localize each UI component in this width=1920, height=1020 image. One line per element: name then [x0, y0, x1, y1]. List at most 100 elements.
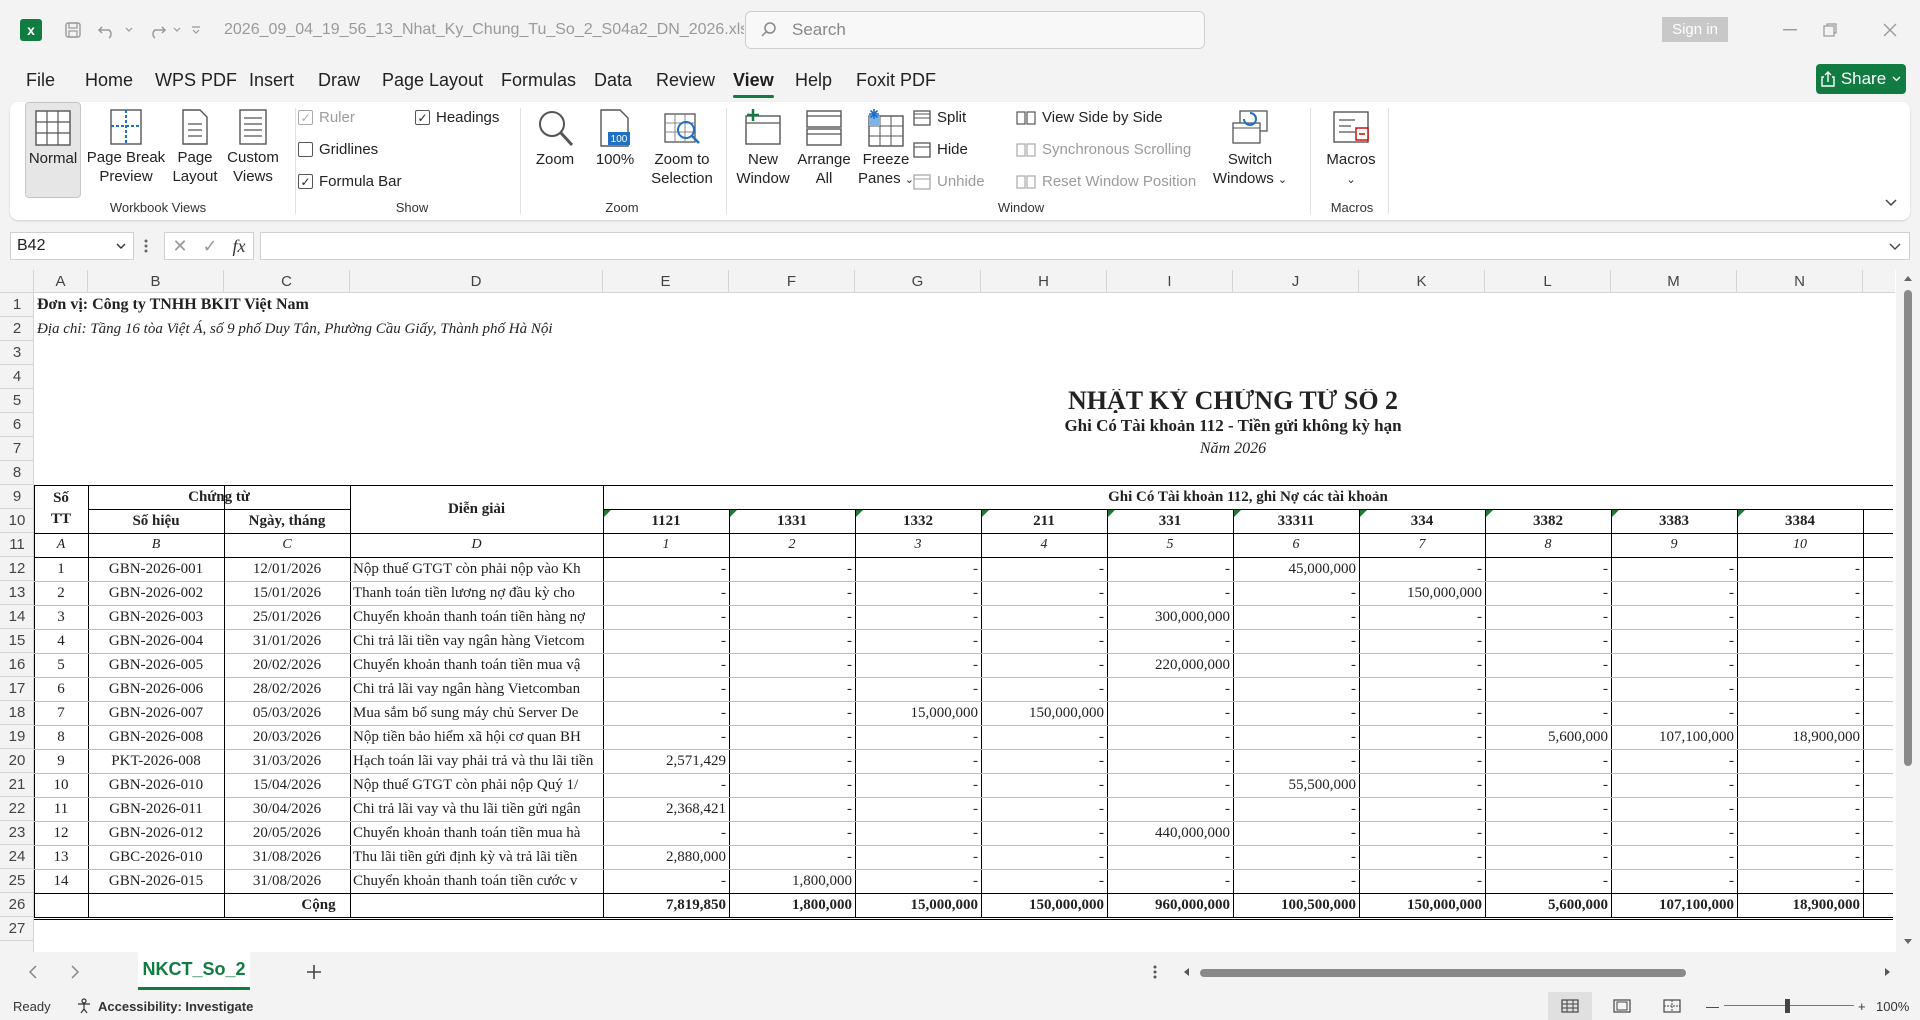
view-side-by-side-button[interactable]: View Side by Side — [1016, 109, 1163, 126]
row-header-25[interactable]: 25 — [0, 869, 34, 893]
tab-foxit-pdf[interactable]: Foxit PDF — [856, 60, 936, 100]
column-header-j[interactable]: J — [1233, 270, 1359, 293]
zoom-100-button[interactable]: 100 100% — [590, 108, 640, 169]
sheet-tab-nkct-so-2[interactable]: NKCT_So_2 — [138, 952, 250, 990]
page-break-status-button[interactable] — [1650, 992, 1694, 1020]
name-box[interactable]: B42 — [10, 232, 134, 260]
redo-dropdown-icon[interactable] — [170, 0, 184, 60]
vertical-scrollbar[interactable] — [1896, 270, 1920, 952]
zoom-out-icon[interactable]: — — [1706, 992, 1719, 1020]
row-header-4[interactable]: 4 — [0, 365, 34, 389]
column-header-i[interactable]: I — [1107, 270, 1233, 293]
row-header-5[interactable]: 5 — [0, 389, 34, 413]
page-layout-button[interactable]: Page Layout — [168, 108, 222, 186]
column-header-k[interactable]: K — [1359, 270, 1485, 293]
zoom-to-selection-button[interactable]: Zoom to Selection — [642, 108, 722, 188]
row-header-24[interactable]: 24 — [0, 845, 34, 869]
search-input[interactable]: Search — [745, 11, 1205, 49]
column-header-a[interactable]: A — [34, 270, 88, 293]
chevron-down-icon[interactable] — [115, 238, 127, 254]
close-icon[interactable] — [1860, 0, 1920, 60]
tab-data[interactable]: Data — [594, 60, 632, 100]
page-layout-status-button[interactable] — [1600, 992, 1644, 1020]
vertical-scroll-thumb[interactable] — [1904, 290, 1912, 766]
gridlines-checkbox[interactable]: Gridlines — [298, 141, 378, 158]
row-header-18[interactable]: 18 — [0, 701, 34, 725]
custom-views-button[interactable]: Custom Views — [224, 108, 282, 186]
switch-windows-button[interactable]: Switch Windows ⌄ — [1208, 108, 1292, 190]
horizontal-scroll-thumb[interactable] — [1200, 969, 1686, 977]
expand-formula-bar-icon[interactable] — [1888, 242, 1902, 252]
headings-checkbox[interactable]: ✓ Headings — [415, 109, 499, 126]
tab-insert[interactable]: Insert — [249, 60, 294, 100]
scroll-up-icon[interactable] — [1903, 274, 1913, 282]
row-header-23[interactable]: 23 — [0, 821, 34, 845]
cancel-icon[interactable]: ✕ — [172, 236, 187, 257]
sign-in-button[interactable]: Sign in — [1662, 17, 1728, 42]
share-button[interactable]: Share — [1816, 64, 1906, 94]
cells-area[interactable]: Đơn vị: Công ty TNHH BKIT Việt Nam Địa ch… — [34, 293, 1895, 952]
reset-window-position-button[interactable]: Reset Window Position — [1016, 173, 1196, 190]
row-header-8[interactable]: 8 — [0, 461, 34, 485]
formula-input[interactable] — [260, 232, 1910, 260]
formula-bar-checkbox[interactable]: ✓ Formula Bar — [298, 173, 402, 190]
zoom-button[interactable]: Zoom — [532, 108, 578, 169]
insert-function-icon[interactable]: fx — [233, 236, 246, 257]
tab-help[interactable]: Help — [795, 60, 832, 100]
horizontal-scrollbar[interactable] — [1178, 964, 1898, 980]
enter-icon[interactable]: ✓ — [203, 236, 218, 257]
row-header-22[interactable]: 22 — [0, 797, 34, 821]
hide-button[interactable]: Hide — [913, 141, 968, 158]
row-header-15[interactable]: 15 — [0, 629, 34, 653]
page-break-preview-button[interactable]: Page Break Preview — [86, 108, 166, 186]
next-sheet-icon[interactable] — [70, 965, 80, 979]
zoom-level[interactable]: 100% — [1876, 992, 1909, 1020]
column-header-g[interactable]: G — [855, 270, 981, 293]
row-header-27[interactable]: 27 — [0, 917, 34, 941]
zoom-in-icon[interactable]: + — [1858, 992, 1866, 1020]
add-sheet-icon[interactable] — [306, 964, 322, 980]
tab-view[interactable]: View — [733, 60, 774, 100]
scroll-right-icon[interactable] — [1884, 967, 1892, 977]
column-header-c[interactable]: C — [224, 270, 350, 293]
column-header-e[interactable]: E — [603, 270, 729, 293]
tab-review[interactable]: Review — [656, 60, 715, 100]
macros-button[interactable]: Macros ⌄ — [1318, 108, 1384, 190]
row-header-1[interactable]: 1 — [0, 293, 34, 317]
undo-dropdown-icon[interactable] — [122, 0, 136, 60]
row-header-17[interactable]: 17 — [0, 677, 34, 701]
row-header-26[interactable]: 26 — [0, 893, 34, 917]
save-icon[interactable] — [58, 0, 88, 60]
arrange-all-button[interactable]: Arrange All — [794, 108, 854, 188]
customize-quick-access-icon[interactable] — [186, 0, 206, 60]
row-header-2[interactable]: 2 — [0, 317, 34, 341]
unhide-button[interactable]: Unhide — [913, 173, 985, 190]
row-header-16[interactable]: 16 — [0, 653, 34, 677]
column-header-h[interactable]: H — [981, 270, 1107, 293]
more-options-icon[interactable] — [1152, 964, 1158, 980]
prev-sheet-icon[interactable] — [28, 965, 38, 979]
collapse-ribbon-icon[interactable] — [1884, 198, 1898, 208]
undo-icon[interactable] — [92, 0, 122, 60]
freeze-panes-button[interactable]: Freeze Panes ⌄ — [856, 108, 916, 190]
column-header-b[interactable]: B — [88, 270, 224, 293]
tab-wps-pdf[interactable]: WPS PDF — [155, 60, 237, 100]
scroll-down-icon[interactable] — [1903, 938, 1913, 946]
zoom-slider[interactable] — [1724, 992, 1854, 1020]
row-header-21[interactable]: 21 — [0, 773, 34, 797]
zoom-slider-thumb[interactable] — [1785, 999, 1790, 1013]
row-header-20[interactable]: 20 — [0, 749, 34, 773]
synchronous-scrolling-button[interactable]: Synchronous Scrolling — [1016, 141, 1191, 158]
more-options-icon[interactable] — [143, 238, 149, 254]
tab-file[interactable]: File — [26, 60, 55, 100]
tab-draw[interactable]: Draw — [318, 60, 360, 100]
select-all-corner[interactable] — [0, 270, 34, 293]
row-header-10[interactable]: 10 — [0, 509, 34, 533]
row-header-7[interactable]: 7 — [0, 437, 34, 461]
row-header-12[interactable]: 12 — [0, 557, 34, 581]
row-header-11[interactable]: 11 — [0, 533, 34, 557]
row-header-6[interactable]: 6 — [0, 413, 34, 437]
worksheet-grid[interactable]: ABCDEFGHIJKLMN 1 2 3 4 5 6 7 8 9 10 11 12 13 14 15 16 17… — [0, 270, 1920, 952]
row-header-3[interactable]: 3 — [0, 341, 34, 365]
restore-icon[interactable] — [1800, 0, 1860, 60]
